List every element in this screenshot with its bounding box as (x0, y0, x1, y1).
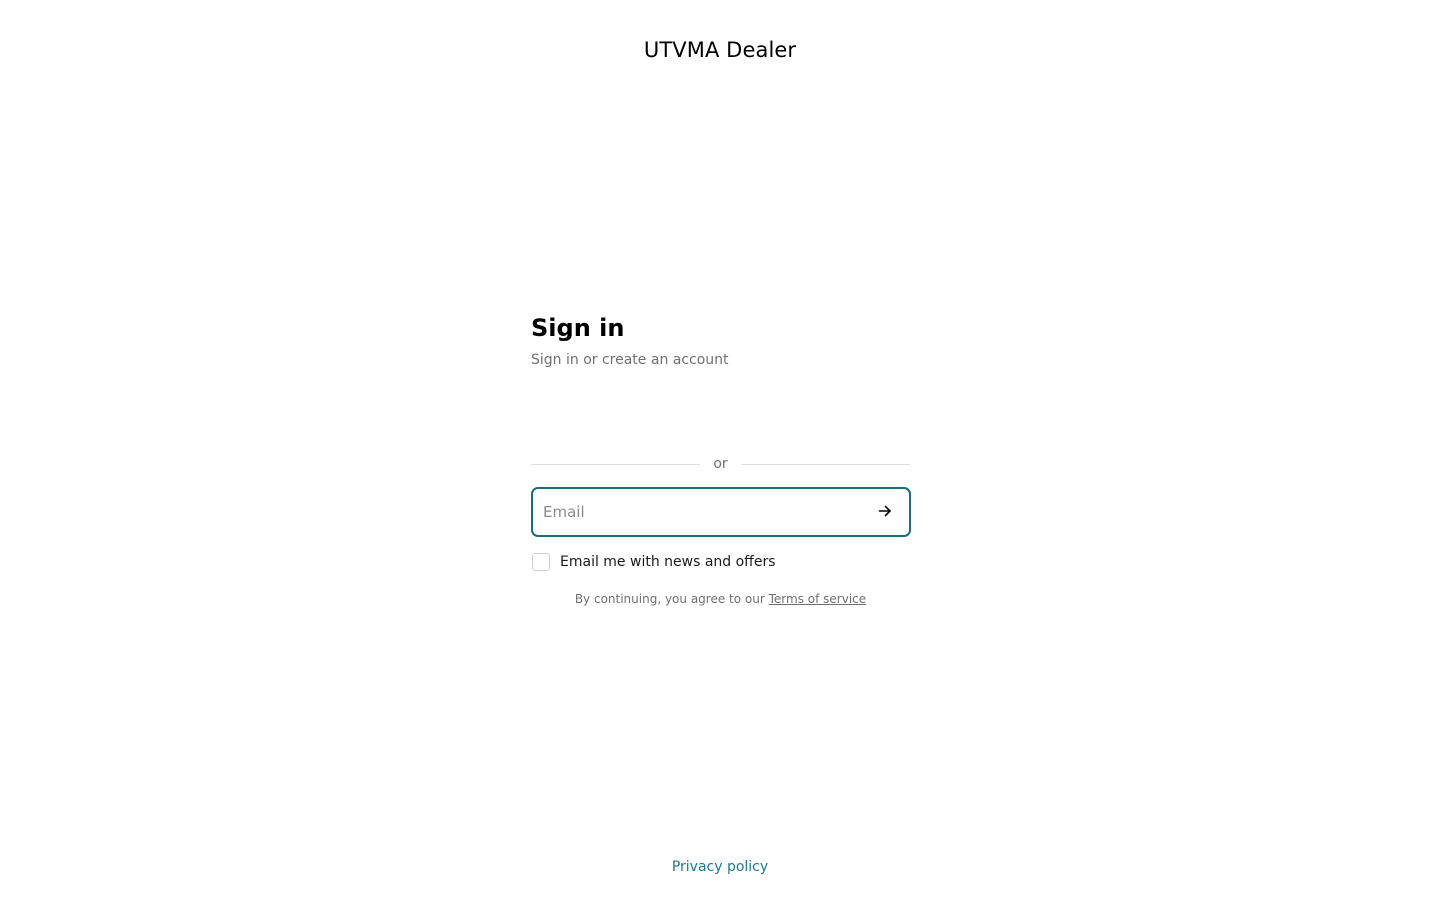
brand-title: UTVMA Dealer (643, 38, 797, 62)
terms-of-service-link[interactable]: Terms of service (769, 592, 867, 606)
divider-text: or (713, 456, 728, 472)
newsletter-checkbox[interactable] (532, 553, 550, 571)
newsletter-label: Email me with news and offers (560, 554, 776, 570)
sign-in-card: Sign in Sign in or create an account or … (531, 312, 911, 606)
divider-line-left (531, 463, 701, 465)
privacy-policy-link[interactable]: Privacy policy (672, 859, 768, 875)
sign-in-page: UTVMA Dealer Sign in Sign in or create a… (0, 0, 1440, 900)
terms-notice: By continuing, you agree to our Terms of… (531, 592, 910, 606)
page-subtitle: Sign in or create an account (531, 352, 729, 368)
newsletter-option[interactable]: Email me with news and offers (532, 552, 776, 572)
terms-prefix: By continuing, you agree to our (574, 592, 765, 606)
divider-line-right (740, 463, 911, 465)
page-title: Sign in (531, 314, 625, 342)
submit-email-button[interactable] (861, 489, 909, 535)
footer: Privacy policy (0, 859, 1440, 875)
email-input[interactable] (533, 489, 861, 535)
or-divider: or (531, 454, 911, 474)
email-field-container (531, 487, 911, 537)
arrow-right-icon (878, 504, 892, 521)
